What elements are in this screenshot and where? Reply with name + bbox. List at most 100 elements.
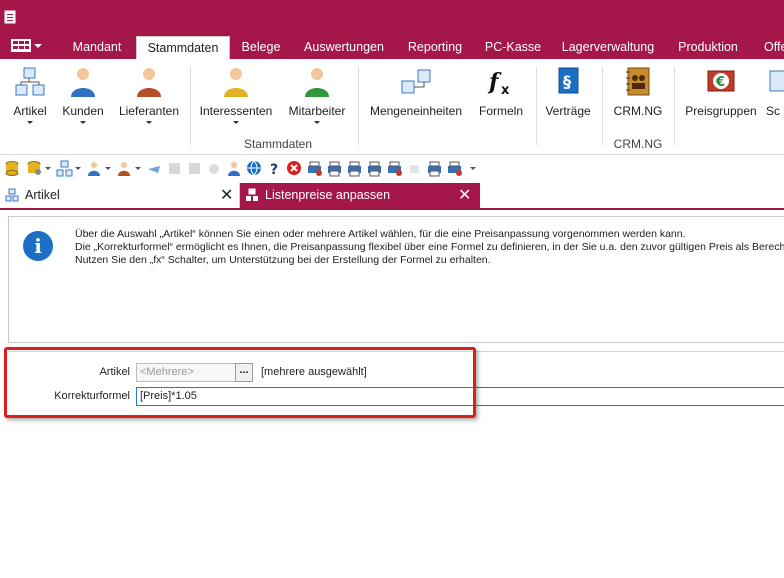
info-icon: i <box>23 231 53 261</box>
svg-text:€: € <box>715 75 725 90</box>
chevron-down-icon <box>27 121 33 124</box>
articles-icon <box>15 67 45 96</box>
svg-text:?: ? <box>270 162 278 177</box>
tab-reporting[interactable]: Reporting <box>400 36 470 59</box>
help-icon[interactable]: ? <box>266 160 283 177</box>
printer-icon[interactable] <box>426 160 443 177</box>
info-text-line: Über die Auswahl „Artikel“ können Sie ei… <box>75 228 686 240</box>
ribbon-button-truncated[interactable]: Sc <box>766 65 784 118</box>
prospect-icon <box>224 68 248 97</box>
app-window: Mandant Stammdaten Belege Auswertungen R… <box>0 0 784 578</box>
chevron-down-icon[interactable] <box>135 167 141 170</box>
contract-icon: § <box>558 67 579 94</box>
ribbon-button-label: Sc <box>766 104 781 118</box>
chevron-down-icon <box>314 121 320 124</box>
close-icon[interactable]: ✕ <box>458 183 471 208</box>
ribbon-button-label: Kunden <box>62 104 104 118</box>
ribbon-button-label: Mitarbeiter <box>288 104 346 118</box>
disabled-tool-icon <box>169 163 180 174</box>
tab-lagerverwaltung[interactable]: Lagerverwaltung <box>556 36 660 59</box>
title-bar: Mandant Stammdaten Belege Auswertungen R… <box>0 0 784 59</box>
ribbon-button-lieferanten[interactable]: Lieferanten <box>116 65 182 124</box>
chevron-down-icon <box>233 121 239 124</box>
database-icon[interactable] <box>4 160 21 177</box>
ribbon-separator <box>674 67 675 145</box>
truncated-icon <box>769 70 784 92</box>
tab-stammdaten[interactable]: Stammdaten <box>136 36 230 59</box>
formula-icon: f x <box>487 69 510 98</box>
info-text-line: Die „Korrekturformel“ ermöglicht es Ihne… <box>75 241 784 253</box>
units-icon <box>401 69 431 94</box>
document-tabs: Artikel ✕ Listenpreise anpassen ✕ <box>0 183 784 208</box>
chevron-down-icon[interactable] <box>45 167 51 170</box>
tab-belege[interactable]: Belege <box>234 36 288 59</box>
disabled-tool-icon <box>189 163 200 174</box>
ribbon-button-artikel[interactable]: Artikel <box>8 65 52 124</box>
tab-mandant[interactable]: Mandant <box>62 36 132 59</box>
supplier-icon[interactable] <box>116 160 133 177</box>
crm-icon <box>626 67 650 96</box>
chevron-down-icon <box>146 121 152 124</box>
ribbon-button-label: Artikel <box>13 104 47 118</box>
articles-icon[interactable] <box>56 160 73 177</box>
ribbon-button-crm-ng[interactable]: CRM.NG <box>610 65 666 118</box>
doc-tab-listenpreise[interactable]: Listenpreise anpassen ✕ <box>240 183 480 208</box>
database-settings-icon[interactable] <box>26 160 43 177</box>
employee-icon <box>305 68 329 97</box>
printer-icon[interactable] <box>346 160 363 177</box>
ribbon-separator <box>190 67 191 145</box>
printer-icon[interactable] <box>326 160 343 177</box>
customer-icon <box>71 68 95 97</box>
quick-access-icon[interactable] <box>4 10 16 24</box>
ribbon-button-formeln[interactable]: f x Formeln <box>474 65 528 118</box>
printer-icon[interactable] <box>366 160 383 177</box>
group-label-crm: CRM.NG <box>613 137 663 151</box>
highlight-box <box>4 347 476 418</box>
disabled-tool-icon <box>209 164 219 174</box>
doc-tab-label: Listenpreise anpassen <box>265 188 391 202</box>
chevron-down-icon <box>80 121 86 124</box>
tab-offene-posten[interactable]: Offe <box>756 36 784 59</box>
ribbon-button-label: Formeln <box>478 104 523 118</box>
app-menu-icon[interactable] <box>10 36 44 56</box>
svg-text:x: x <box>501 83 510 98</box>
customer-icon[interactable] <box>86 160 103 177</box>
print-settings-icon[interactable] <box>306 160 323 177</box>
ribbon-separator <box>602 67 603 145</box>
chevron-down-icon[interactable] <box>75 167 81 170</box>
close-icon[interactable]: ✕ <box>220 183 233 208</box>
ribbon-button-label: Mengeneinheiten <box>369 104 463 118</box>
print-settings-icon[interactable] <box>446 160 463 177</box>
ribbon-button-vertraege[interactable]: § Verträge <box>542 65 594 118</box>
globe-icon[interactable] <box>246 160 263 177</box>
ribbon-separator <box>536 67 537 145</box>
ribbon-button-label: Interessenten <box>199 104 273 118</box>
quick-toolbar: ? <box>0 156 784 182</box>
info-panel: i Über die Auswahl „Artikel“ können Sie … <box>8 216 784 343</box>
cancel-icon[interactable] <box>286 160 303 177</box>
ribbon-button-label: CRM.NG <box>613 104 663 118</box>
price-groups-icon: € <box>707 70 735 92</box>
print-settings-icon[interactable] <box>386 160 403 177</box>
ribbon-button-preisgruppen[interactable]: € Preisgruppen <box>682 65 760 118</box>
articles-icon <box>5 188 19 202</box>
info-text-line: Nutzen Sie den „fx“ Schalter, um Unterst… <box>75 254 491 266</box>
group-label-stammdaten: Stammdaten <box>243 137 313 151</box>
doc-tab-artikel[interactable]: Artikel ✕ <box>0 183 240 208</box>
tab-pc-kasse[interactable]: PC-Kasse <box>478 36 548 59</box>
tab-auswertungen[interactable]: Auswertungen <box>296 36 392 59</box>
tab-underline <box>0 208 784 210</box>
tab-produktion[interactable]: Produktion <box>668 36 748 59</box>
transfer-icon[interactable] <box>146 160 163 177</box>
ribbon-button-kunden[interactable]: Kunden <box>60 65 106 124</box>
ribbon-button-label: Verträge <box>545 104 591 118</box>
ribbon-button-mitarbeiter[interactable]: Mitarbeiter <box>284 65 350 124</box>
toolbar-overflow-icon[interactable] <box>470 167 476 170</box>
ribbon-button-mengeneinheiten[interactable]: Mengeneinheiten <box>366 65 466 118</box>
articles-icon <box>246 188 258 201</box>
ribbon-button-interessenten[interactable]: Interessenten <box>198 65 274 124</box>
chevron-down-icon[interactable] <box>105 167 111 170</box>
ribbon-separator <box>358 67 359 145</box>
person-icon[interactable] <box>226 160 243 177</box>
disabled-tool-icon <box>410 165 419 173</box>
